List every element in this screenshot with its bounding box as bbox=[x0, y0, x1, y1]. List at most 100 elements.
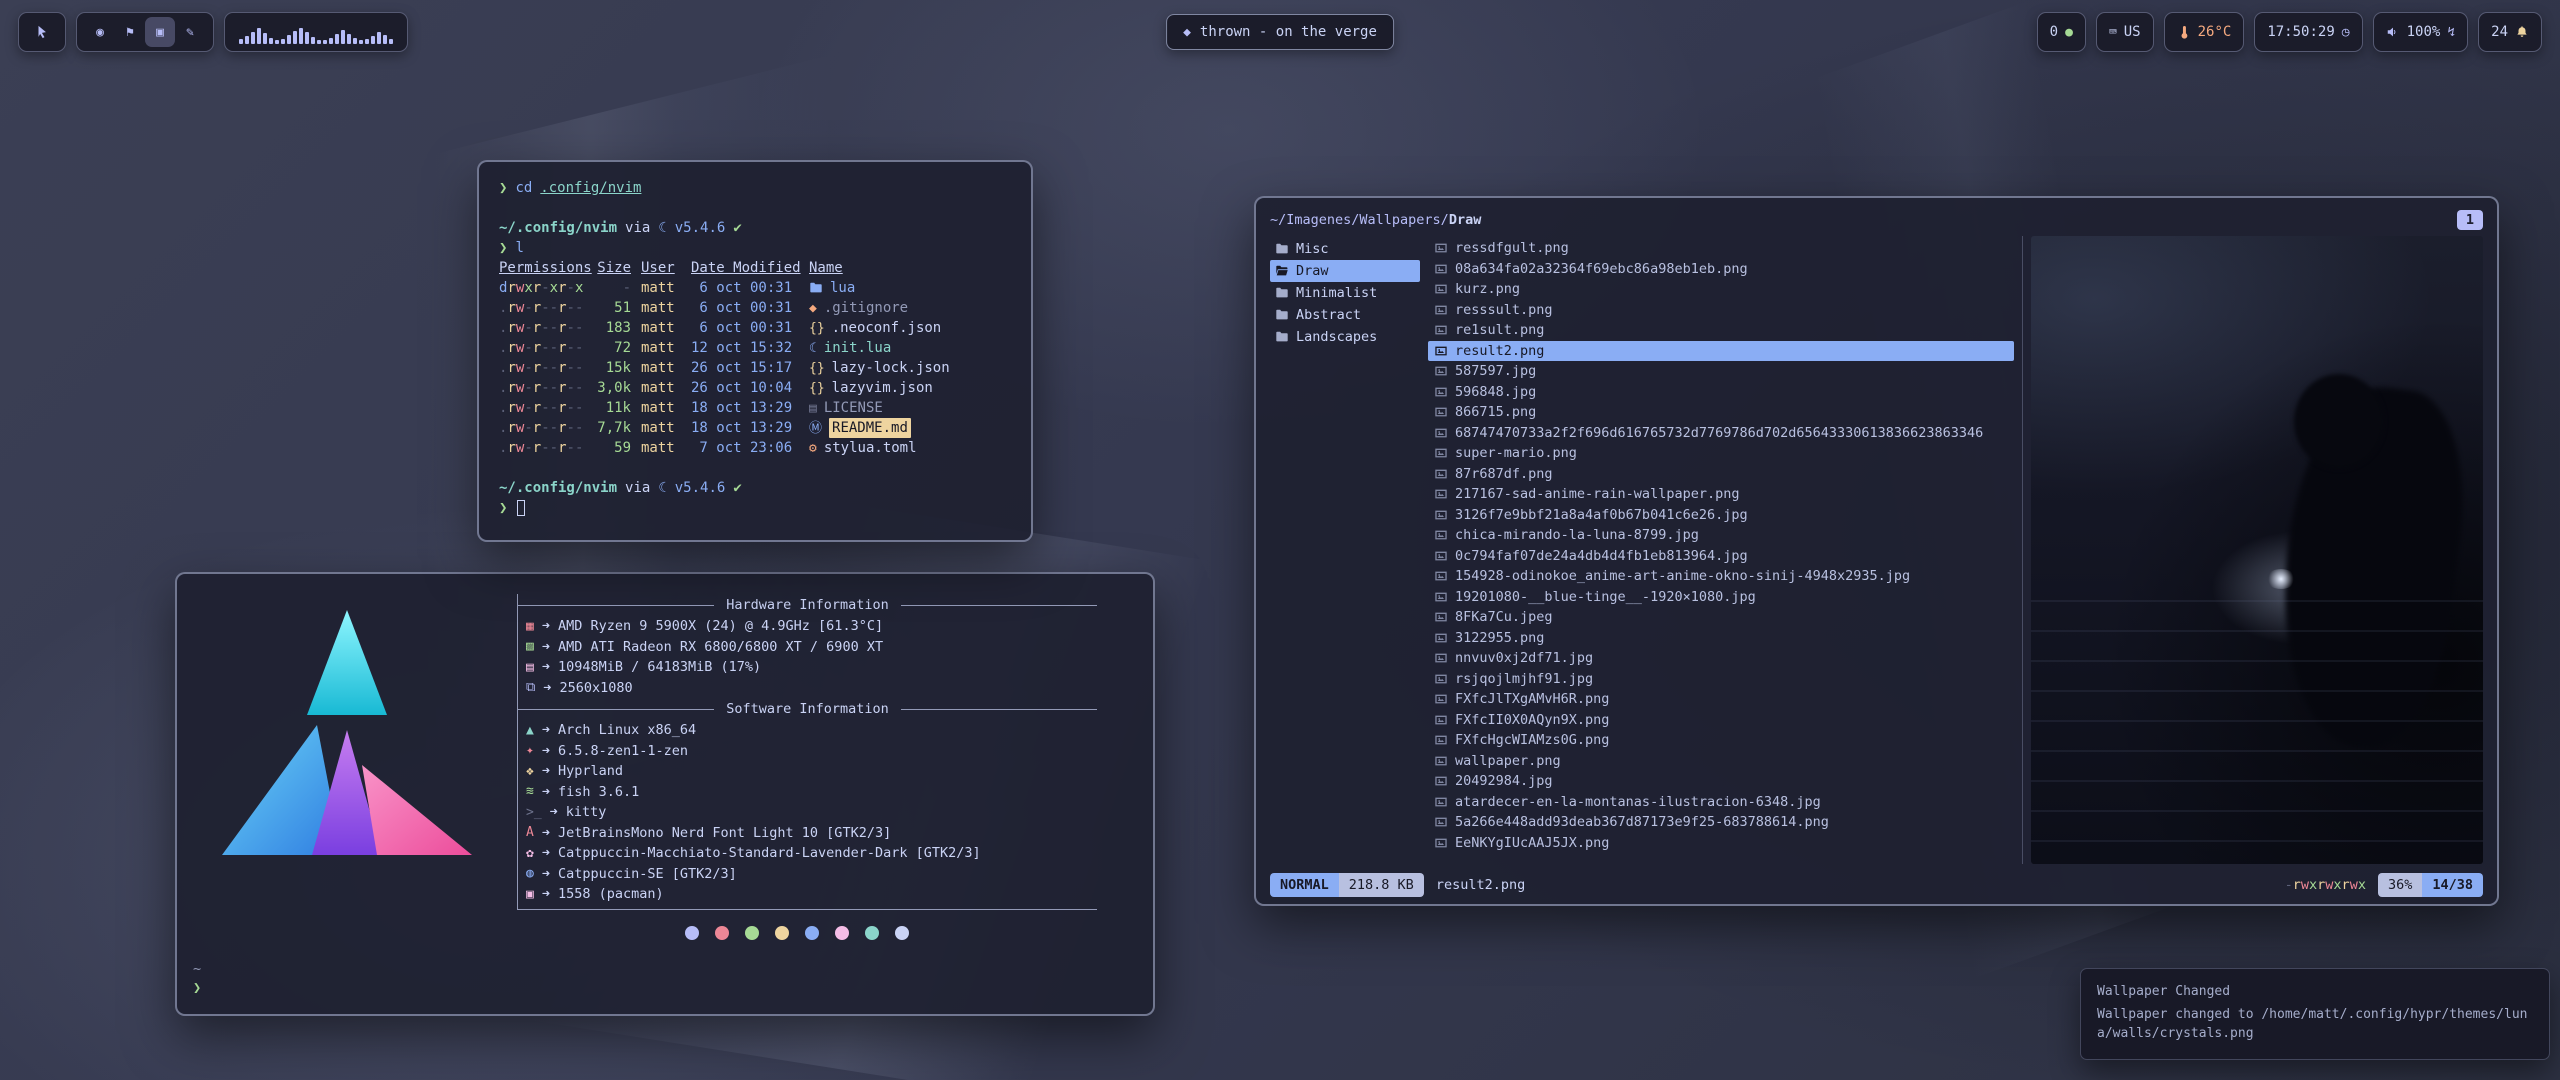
file-item[interactable]: 217167-sad-anime-rain-wallpaper.png bbox=[1428, 484, 2014, 505]
file-owner: matt bbox=[641, 318, 691, 338]
file-item[interactable]: 5a266e448add93deab367d87173e9f25-6837886… bbox=[1428, 812, 2014, 833]
audio-visualizer bbox=[233, 20, 399, 44]
terminal-window[interactable]: ❯cd.config/nvim ~/.config/nvimvia☾v5.4.6… bbox=[477, 160, 1033, 542]
file-item[interactable]: resssult.png bbox=[1428, 300, 2014, 321]
arrow-icon: ➜ bbox=[542, 659, 550, 675]
file-size: 11k bbox=[595, 398, 641, 418]
fetch-window[interactable]: Hardware Information ▦➜AMD Ryzen 9 5900X… bbox=[175, 572, 1155, 1016]
folder-item-abstract[interactable]: Abstract bbox=[1270, 304, 1420, 326]
file-item[interactable]: 154928-odinokoe_anime-art-anime-okno-sin… bbox=[1428, 566, 2014, 587]
image-icon bbox=[1434, 467, 1448, 481]
file-item[interactable]: 68747470733a2f2f696d616765732d7769786d70… bbox=[1428, 423, 2014, 444]
file-name: result2.png bbox=[1455, 343, 1544, 359]
file-name: 68747470733a2f2f696d616765732d7769786d70… bbox=[1455, 425, 1983, 441]
terminal-input-line[interactable]: ❯ bbox=[499, 498, 1011, 518]
folder-item-draw[interactable]: Draw bbox=[1270, 260, 1420, 282]
launcher-island bbox=[18, 12, 66, 52]
file-date: 18 oct 13:29 bbox=[691, 418, 809, 438]
file-manager-header: ~/Imagenes/Wallpapers/Draw 1 bbox=[1270, 208, 2483, 232]
file-permissions: .rw-r--r-- bbox=[499, 338, 595, 358]
markdown-icon: Ⓜ bbox=[809, 422, 822, 435]
file-item[interactable]: FXfcJlTXgAMvH6R.png bbox=[1428, 689, 2014, 710]
file-item[interactable]: re1sult.png bbox=[1428, 320, 2014, 341]
fetch-info-text: fish 3.6.1 bbox=[558, 784, 639, 800]
widget-volume[interactable]: 100%↯ bbox=[2373, 12, 2469, 52]
tab-badge[interactable]: 1 bbox=[2457, 210, 2483, 230]
file-item[interactable]: 596848.jpg bbox=[1428, 382, 2014, 403]
file-item[interactable]: FXfcHgcWIAMzs0G.png bbox=[1428, 730, 2014, 751]
tool-button-flag[interactable]: ⚑ bbox=[115, 17, 145, 47]
file-item[interactable]: atardecer-en-la-montanas-ilustracion-634… bbox=[1428, 792, 2014, 813]
folder-item-misc[interactable]: Misc bbox=[1270, 238, 1420, 260]
icons-icon: ◍ bbox=[526, 867, 534, 880]
widget-keyboard[interactable]: ⌨US bbox=[2096, 12, 2154, 52]
prompt-symbol: ❯ bbox=[193, 979, 201, 998]
flag-icon: ⚑ bbox=[126, 26, 134, 39]
file-item[interactable]: EeNKYgIUcAAJ5JX.png bbox=[1428, 833, 2014, 854]
launcher-button[interactable] bbox=[27, 17, 57, 47]
file-item[interactable]: nnvuv0xj2df71.jpg bbox=[1428, 648, 2014, 669]
widget-notifications[interactable]: 24 bbox=[2478, 12, 2542, 52]
file-item[interactable]: 87r687df.png bbox=[1428, 464, 2014, 485]
file-item[interactable]: 19201080-__blue-tinge__-1920×1080.jpg bbox=[1428, 587, 2014, 608]
folder-icon bbox=[1275, 286, 1289, 300]
folder-icon bbox=[1275, 330, 1289, 344]
notification-popup[interactable]: Wallpaper Changed Wallpaper changed to /… bbox=[2080, 968, 2550, 1060]
circle-icon: ◉ bbox=[96, 26, 104, 39]
file-listing-row: .rw-r--r--59matt 7 oct 23:06⚙stylua.toml bbox=[499, 438, 1011, 458]
arrow-icon: ➜ bbox=[542, 784, 550, 800]
fetch-info-line: ▤➜10948MiB / 64183MiB (17%) bbox=[518, 657, 1097, 678]
file-item[interactable]: 08a634fa02a32364f69ebc86a98eb1eb.png bbox=[1428, 259, 2014, 280]
command-arg: .config/nvim bbox=[540, 178, 641, 198]
tool-button-record[interactable]: ◉ bbox=[85, 17, 115, 47]
prompt-path: ~ bbox=[193, 960, 201, 979]
file-item[interactable]: 587597.jpg bbox=[1428, 361, 2014, 382]
file-item[interactable]: rsjqojlmjhf91.jpg bbox=[1428, 669, 2014, 690]
file-name: rsjqojlmjhf91.jpg bbox=[1455, 671, 1593, 687]
file-item[interactable]: 3126f7e9bbf21a8a4af0b67b041c6e26.jpg bbox=[1428, 505, 2014, 526]
image-icon bbox=[1434, 528, 1448, 542]
file-item[interactable]: 3122955.png bbox=[1428, 628, 2014, 649]
fetch-info-text: kitty bbox=[566, 804, 607, 820]
widget-temperature[interactable]: 26°C bbox=[2164, 12, 2245, 52]
file-item[interactable]: kurz.png bbox=[1428, 279, 2014, 300]
folder-item-landscapes[interactable]: Landscapes bbox=[1270, 326, 1420, 348]
file-name: FXfcII0X0AQyn9X.png bbox=[1455, 712, 1609, 728]
widget-clock[interactable]: 17:50:29◷ bbox=[2254, 12, 2362, 52]
file-item[interactable]: FXfcII0X0AQyn9X.png bbox=[1428, 710, 2014, 731]
font-icon: A bbox=[526, 826, 534, 839]
file-name: FXfcJlTXgAMvH6R.png bbox=[1455, 691, 1609, 707]
file-item[interactable]: 20492984.jpg bbox=[1428, 771, 2014, 792]
arrow-icon: ➜ bbox=[542, 743, 550, 759]
file-size: 183 bbox=[595, 318, 641, 338]
arrow-icon: ➜ bbox=[542, 639, 550, 655]
file-item[interactable]: wallpaper.png bbox=[1428, 751, 2014, 772]
arrow-icon: ➜ bbox=[542, 722, 550, 738]
file-item[interactable]: ressdfgult.png bbox=[1428, 238, 2014, 259]
tool-button-workspace[interactable]: ▣ bbox=[145, 17, 175, 47]
file-item[interactable]: super-mario.png bbox=[1428, 443, 2014, 464]
file-item[interactable]: 866715.png bbox=[1428, 402, 2014, 423]
tool-button-brush[interactable]: ✎ bbox=[175, 17, 205, 47]
file-item[interactable]: result2.png bbox=[1428, 341, 2014, 362]
active-window-title[interactable]: ◆ thrown - on the verge bbox=[1166, 14, 1394, 50]
file-permissions: .rw-r--r-- bbox=[499, 438, 595, 458]
folder-item-minimalist[interactable]: Minimalist bbox=[1270, 282, 1420, 304]
file-item[interactable]: 8FKa7Cu.jpeg bbox=[1428, 607, 2014, 628]
col-permissions: Permissions bbox=[499, 260, 592, 276]
image-icon bbox=[1434, 405, 1448, 419]
file-name: 8FKa7Cu.jpeg bbox=[1455, 609, 1553, 625]
file-name: lua bbox=[830, 278, 855, 298]
file-size: 72 bbox=[595, 338, 641, 358]
fetch-prompt[interactable]: ~ ❯ bbox=[193, 960, 201, 998]
file-name: 596848.jpg bbox=[1455, 384, 1536, 400]
widget-notifications-value: 24 bbox=[2491, 24, 2508, 40]
fetch-info-text: Arch Linux x86_64 bbox=[558, 722, 696, 738]
notification-body: Wallpaper changed to /home/matt/.config/… bbox=[2097, 1005, 2533, 1043]
file-item[interactable]: chica-mirando-la-luna-8799.jpg bbox=[1428, 525, 2014, 546]
fetch-info-text: 10948MiB / 64183MiB (17%) bbox=[558, 659, 761, 675]
file-manager-body: MiscDrawMinimalistAbstractLandscapes res… bbox=[1270, 236, 2483, 864]
file-manager-window[interactable]: ~/Imagenes/Wallpapers/Draw 1 MiscDrawMin… bbox=[1254, 196, 2499, 906]
widget-updates[interactable]: 0● bbox=[2037, 12, 2086, 52]
file-item[interactable]: 0c794faf07de24a4db4d4fb1eb813964.jpg bbox=[1428, 546, 2014, 567]
